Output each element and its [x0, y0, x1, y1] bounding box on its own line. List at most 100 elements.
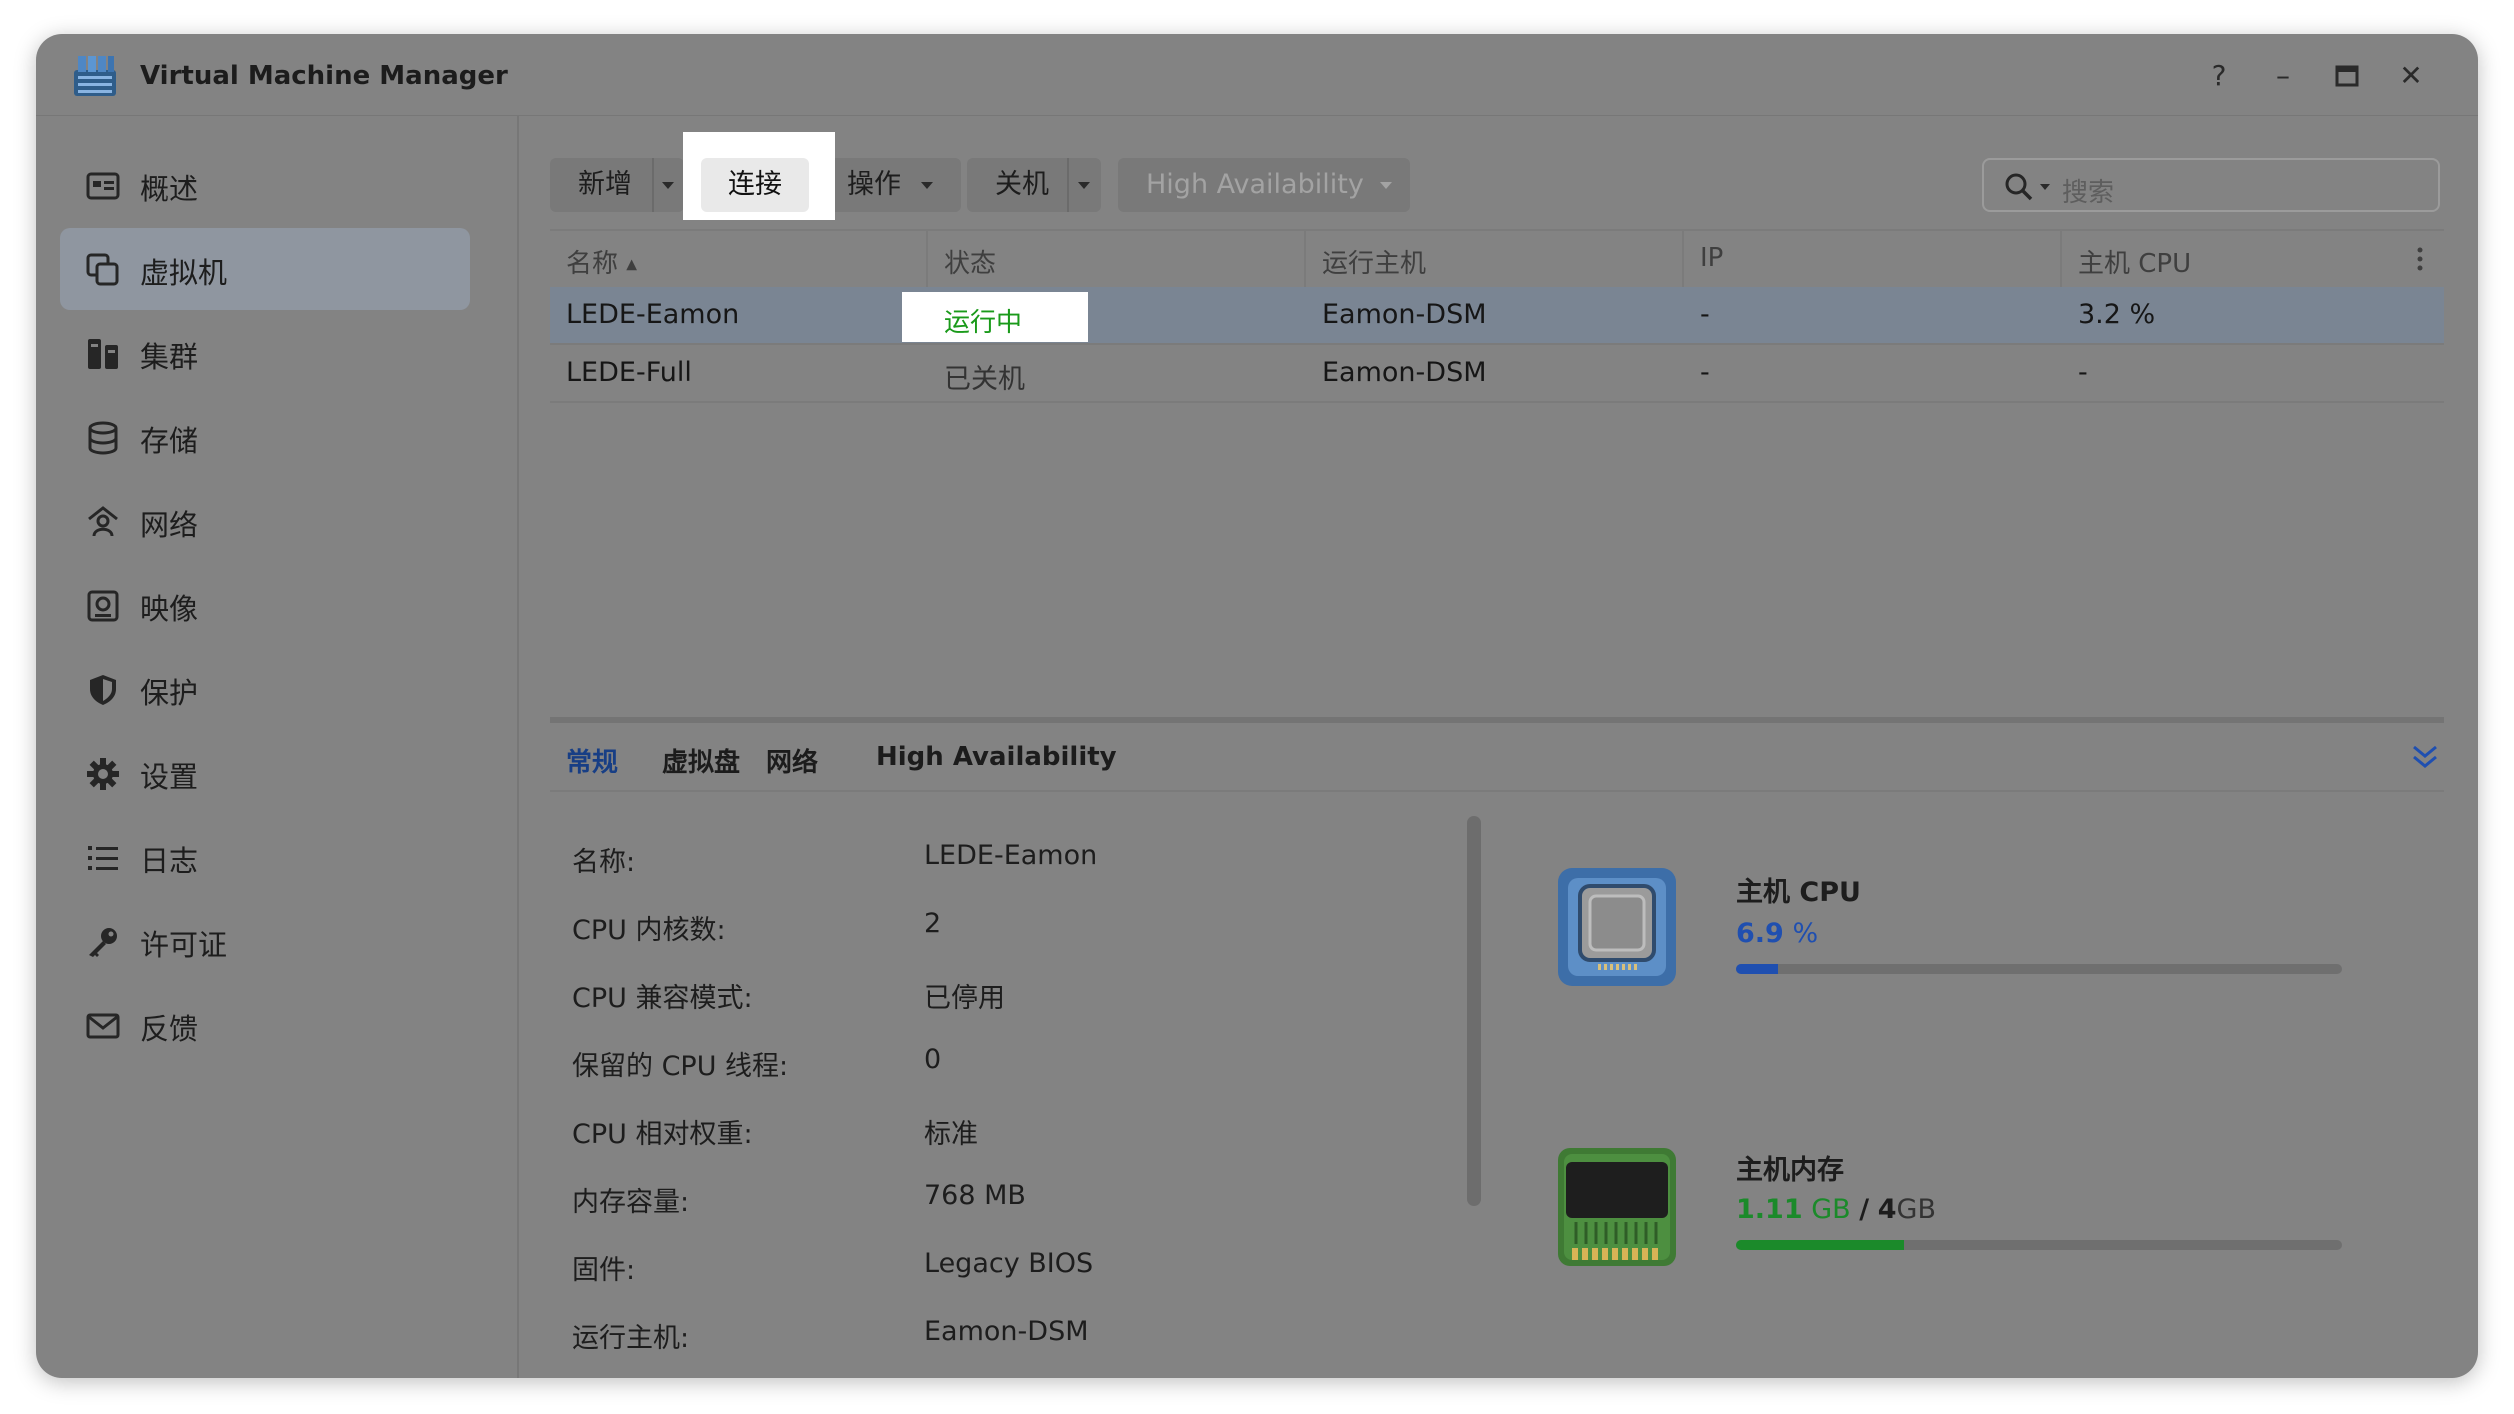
- property-value: 标准: [924, 1119, 978, 1150]
- vm-host-cell: Eamon-DSM: [1322, 357, 1487, 388]
- tab-virtual-disk[interactable]: 虚拟盘: [662, 742, 740, 779]
- collapse-chevron-icon[interactable]: [2410, 742, 2440, 772]
- shutdown-button[interactable]: 关机: [967, 158, 1101, 212]
- sidebar-item-log[interactable]: 日志: [60, 816, 470, 898]
- host-memory-title: 主机内存: [1736, 1155, 1844, 1186]
- split-divider: [1067, 158, 1069, 212]
- vm-name-cell: LEDE-Eamon: [566, 299, 740, 330]
- mail-icon: [86, 1013, 120, 1039]
- sidebar-item-overview[interactable]: 概述: [60, 144, 470, 226]
- search-box[interactable]: 搜索: [1982, 158, 2440, 212]
- network-icon: [88, 506, 118, 537]
- column-header-host-cpu[interactable]: 主机 CPU: [2078, 243, 2191, 280]
- column-header-host[interactable]: 运行主机: [1322, 243, 1426, 280]
- sidebar-item-image[interactable]: 映像: [60, 564, 470, 646]
- chevron-down-icon[interactable]: [2040, 184, 2050, 190]
- property-label: 固件:: [572, 1255, 636, 1286]
- sidebar-item-label: 许可证: [140, 928, 228, 962]
- action-button[interactable]: 操作: [821, 158, 961, 212]
- sidebar: 概述 虚拟机 集群 存储 网络 映像 保护 设置 日志 许可证 反馈: [36, 116, 517, 1378]
- sidebar-item-label: 网络: [140, 508, 199, 542]
- column-header-ip[interactable]: IP: [1700, 243, 1723, 273]
- property-label: CPU 内核数:: [572, 915, 726, 946]
- tab-general[interactable]: 常规: [566, 742, 618, 779]
- high-availability-button[interactable]: High Availability: [1118, 158, 1410, 212]
- log-list-icon: [88, 846, 118, 870]
- host-cpu-bar-fill: [1736, 964, 1778, 974]
- sidebar-item-network[interactable]: 网络: [60, 480, 470, 562]
- column-header-name[interactable]: 名称 ▲: [566, 243, 637, 280]
- minimize-icon: –: [2276, 59, 2290, 92]
- detail-tabs: 常规 虚拟盘 网络 High Availability: [550, 724, 2444, 792]
- chevron-down-icon[interactable]: [1078, 182, 1090, 189]
- key-icon: [89, 928, 117, 957]
- column-separator: [1304, 231, 1306, 287]
- status-badge: 运行中: [902, 292, 1088, 342]
- property-label: 保留的 CPU 线程:: [572, 1051, 789, 1082]
- host-memory-value: 1.11 GB / 4GB: [1736, 1194, 1936, 1225]
- vm-name-cell: LEDE-Full: [566, 357, 692, 388]
- property-value: LEDE-Eamon: [924, 840, 1098, 871]
- chevron-down-icon[interactable]: [662, 182, 674, 189]
- sidebar-item-settings[interactable]: 设置: [60, 732, 470, 814]
- panel-splitter[interactable]: [550, 717, 2444, 723]
- sidebar-item-license[interactable]: 许可证: [60, 900, 470, 982]
- virtual-machine-icon: [86, 253, 119, 286]
- column-header-status[interactable]: 状态: [944, 243, 996, 280]
- sidebar-item-feedback[interactable]: 反馈: [60, 984, 470, 1066]
- properties-scrollbar[interactable]: [1467, 816, 1481, 1206]
- property-label: 内存容量:: [572, 1187, 690, 1218]
- maximize-button[interactable]: [2327, 56, 2367, 96]
- tab-high-availability[interactable]: High Availability: [876, 742, 1117, 772]
- table-row[interactable]: LEDE-Eamon Eamon-DSM - 3.2 %: [550, 287, 2444, 345]
- property-label: 名称:: [572, 847, 636, 878]
- maximize-icon: [2335, 65, 2359, 87]
- create-button[interactable]: 新增: [550, 158, 684, 212]
- property-value: 0: [924, 1044, 942, 1075]
- close-icon: ✕: [2399, 59, 2423, 92]
- minimize-button[interactable]: –: [2263, 56, 2303, 96]
- shield-icon: [90, 675, 116, 705]
- host-memory-bar-fill: [1736, 1240, 1905, 1250]
- sidebar-divider: [517, 116, 519, 1378]
- sidebar-item-storage[interactable]: 存储: [60, 396, 470, 478]
- property-label: 运行主机:: [572, 1323, 690, 1354]
- connect-highlight: 连接: [683, 132, 835, 220]
- memory-chip-icon: [1558, 1148, 1676, 1266]
- close-button[interactable]: ✕: [2391, 56, 2431, 96]
- column-menu-icon[interactable]: [2414, 245, 2426, 273]
- tab-network[interactable]: 网络: [766, 742, 818, 779]
- vm-ip-cell: -: [1700, 357, 1710, 388]
- column-separator: [2060, 231, 2062, 287]
- table-header: 名称 ▲ 状态 运行主机 IP 主机 CPU: [550, 229, 2444, 289]
- window-title: Virtual Machine Manager: [140, 61, 508, 91]
- sidebar-item-label: 映像: [140, 592, 199, 626]
- vm-status-cell: 已关机: [944, 364, 1025, 395]
- table-row[interactable]: LEDE-Full 已关机 Eamon-DSM - -: [550, 345, 2444, 403]
- property-label: CPU 兼容模式:: [572, 983, 753, 1014]
- connect-button[interactable]: 连接: [701, 158, 809, 212]
- help-button[interactable]: ?: [2199, 56, 2239, 96]
- column-separator: [1682, 231, 1684, 287]
- property-value: Legacy BIOS: [924, 1248, 1094, 1279]
- sidebar-item-label: 概述: [140, 172, 199, 206]
- sidebar-item-label: 日志: [140, 844, 199, 878]
- sidebar-item-label: 存储: [140, 424, 199, 458]
- chevron-down-icon: [921, 182, 933, 189]
- search-icon: [2005, 173, 2033, 201]
- sidebar-item-label: 集群: [140, 340, 199, 374]
- sort-ascending-icon: ▲: [626, 256, 638, 273]
- property-value: 2: [924, 908, 942, 939]
- sidebar-item-virtual-machine[interactable]: 虚拟机: [60, 228, 470, 310]
- cpu-chip-icon: [1558, 868, 1676, 986]
- sidebar-item-cluster[interactable]: 集群: [60, 312, 470, 394]
- storage-icon: [88, 421, 118, 455]
- property-value: Eamon-DSM: [924, 1316, 1089, 1347]
- search-input[interactable]: 搜索: [2062, 172, 2114, 209]
- host-cpu-title: 主机 CPU: [1736, 877, 1861, 908]
- gear-icon: [87, 758, 119, 790]
- host-memory-bar: [1736, 1240, 2342, 1250]
- vmm-window: Virtual Machine Manager ? – ✕ 概述 虚拟机 集群 …: [36, 34, 2478, 1378]
- vm-cpu-cell: 3.2 %: [2078, 299, 2156, 330]
- sidebar-item-protection[interactable]: 保护: [60, 648, 470, 730]
